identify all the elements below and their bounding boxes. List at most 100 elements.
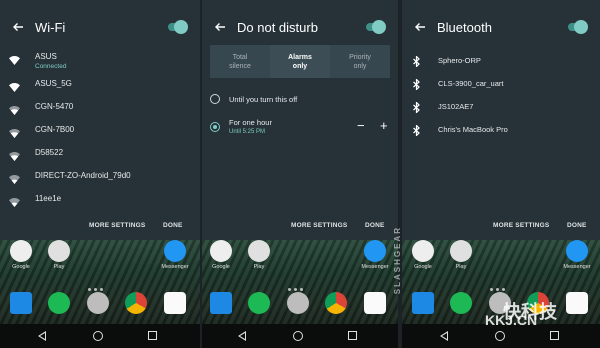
wifi-signal-icon [9, 56, 20, 65]
google-app-label: Google [12, 264, 30, 270]
nav-home-icon[interactable] [495, 331, 505, 341]
bluetooth-icon [413, 56, 420, 67]
dnd-quick-settings: Do not disturb Total silence Alarms only… [202, 0, 398, 240]
photos-app-icon[interactable] [364, 292, 386, 314]
wifi-signal-icon [9, 129, 20, 138]
option-one-hour-label: For one hour [229, 118, 272, 127]
nav-recents-icon[interactable] [348, 331, 357, 340]
bluetooth-device-item[interactable]: Sphero-ORP [402, 54, 600, 70]
nav-home-icon[interactable] [293, 331, 303, 341]
dnd-mode-selector: Total silence Alarms only Priority only [210, 45, 390, 78]
slashgear-watermark: SLASHGEAR [393, 226, 402, 295]
wifi-signal-icon [9, 106, 20, 115]
wifi-title: Wi-Fi [35, 20, 66, 35]
wifi-signal-icon [9, 175, 20, 184]
chrome-app-icon[interactable] [125, 292, 147, 314]
messenger-app-label: Messenger [161, 264, 189, 270]
mode-alarms-only[interactable]: Alarms only [270, 45, 330, 78]
mode-priority-only[interactable]: Priority only [330, 45, 390, 78]
option-until-off-label: Until you turn this off [229, 95, 298, 104]
done-button[interactable]: DONE [365, 222, 385, 229]
google-app-icon[interactable] [10, 240, 32, 262]
page-indicator [88, 278, 106, 291]
play-app-label: Play [253, 264, 265, 270]
google-app-label: Google [414, 264, 432, 270]
wifi-quick-settings: Wi-Fi ASUS Connected ASUS_5G CGN-5470 CG… [0, 0, 200, 240]
play-app-label: Play [53, 264, 65, 270]
back-arrow-icon[interactable] [212, 19, 228, 35]
wifi-signal-icon [9, 83, 20, 92]
bluetooth-icon [413, 102, 420, 113]
wifi-network-item[interactable]: CGN-5470 [0, 102, 200, 124]
done-button[interactable]: DONE [163, 222, 183, 229]
bluetooth-icon [413, 79, 420, 90]
more-settings-button[interactable]: MORE SETTINGS [89, 222, 145, 229]
wifi-network-item[interactable]: DIRECT-ZO-Android_79d0 [0, 171, 200, 193]
option-one-hour-sub: Until 5:25 PM [229, 129, 266, 135]
wifi-network-item[interactable]: D58522 [0, 148, 200, 170]
twitter-app-icon[interactable] [10, 292, 32, 314]
wifi-network-name: CGN-7B00 [35, 125, 75, 134]
app-drawer-icon[interactable] [87, 292, 109, 314]
wifi-network-name: 11ee1e [35, 194, 62, 203]
wifi-toggle[interactable] [166, 20, 188, 34]
google-app-icon[interactable] [412, 240, 434, 262]
bluetooth-device-item[interactable]: JS102AE7 [402, 100, 600, 116]
bluetooth-device-name: Chris's MacBook Pro [438, 125, 508, 134]
spotify-app-icon[interactable] [48, 292, 70, 314]
play-app-icon[interactable] [248, 240, 270, 262]
wifi-network-item[interactable]: ASUS Connected [0, 52, 200, 74]
wifi-network-name: ASUS [35, 52, 57, 61]
play-app-icon[interactable] [450, 240, 472, 262]
mode-total-silence[interactable]: Total silence [210, 45, 270, 78]
messenger-app-icon[interactable] [566, 240, 588, 262]
dnd-toggle[interactable] [364, 20, 386, 34]
spotify-app-icon[interactable] [450, 292, 472, 314]
messenger-app-label: Messenger [563, 264, 591, 270]
wifi-header: Wi-Fi [0, 18, 200, 38]
play-app-label: Play [455, 264, 467, 270]
photos-app-icon[interactable] [164, 292, 186, 314]
navigation-bar [0, 324, 200, 348]
play-app-icon[interactable] [48, 240, 70, 262]
wifi-network-name: DIRECT-ZO-Android_79d0 [35, 171, 131, 180]
nav-back-icon[interactable] [38, 331, 46, 341]
wifi-network-item[interactable]: ASUS_5G [0, 79, 200, 101]
more-settings-button[interactable]: MORE SETTINGS [291, 222, 347, 229]
bluetooth-device-item[interactable]: CLS-3900_car_uart [402, 77, 600, 93]
bluetooth-device-name: JS102AE7 [438, 102, 474, 111]
back-arrow-icon[interactable] [412, 19, 428, 35]
wifi-network-status: Connected [35, 63, 67, 70]
bluetooth-toggle[interactable] [566, 20, 588, 34]
wifi-network-item[interactable]: 11ee1e [0, 194, 200, 216]
wifi-network-name: ASUS_5G [35, 79, 72, 88]
chrome-app-icon[interactable] [325, 292, 347, 314]
app-drawer-icon[interactable] [287, 292, 309, 314]
photos-app-icon[interactable] [566, 292, 588, 314]
wifi-network-name: D58522 [35, 148, 64, 157]
radio-until-off[interactable] [210, 94, 220, 104]
nav-back-icon[interactable] [238, 331, 246, 341]
kkj-watermark: KKJ.CN [485, 312, 538, 328]
bluetooth-device-item[interactable]: Chris's MacBook Pro [402, 123, 600, 139]
nav-recents-icon[interactable] [148, 331, 157, 340]
twitter-app-icon[interactable] [210, 292, 232, 314]
increase-duration-button[interactable]: + [380, 119, 388, 132]
twitter-app-icon[interactable] [412, 292, 434, 314]
radio-one-hour[interactable] [210, 122, 220, 132]
more-settings-button[interactable]: MORE SETTINGS [493, 222, 549, 229]
messenger-app-icon[interactable] [164, 240, 186, 262]
dnd-header: Do not disturb [202, 18, 398, 38]
back-arrow-icon[interactable] [10, 19, 26, 35]
google-app-icon[interactable] [210, 240, 232, 262]
bluetooth-device-name: Sphero-ORP [438, 56, 481, 65]
nav-home-icon[interactable] [93, 331, 103, 341]
messenger-app-icon[interactable] [364, 240, 386, 262]
bluetooth-icon [413, 125, 420, 136]
nav-back-icon[interactable] [440, 331, 448, 341]
done-button[interactable]: DONE [567, 222, 587, 229]
spotify-app-icon[interactable] [248, 292, 270, 314]
decrease-duration-button[interactable]: − [357, 119, 365, 132]
wifi-network-item[interactable]: CGN-7B00 [0, 125, 200, 147]
nav-recents-icon[interactable] [550, 331, 559, 340]
